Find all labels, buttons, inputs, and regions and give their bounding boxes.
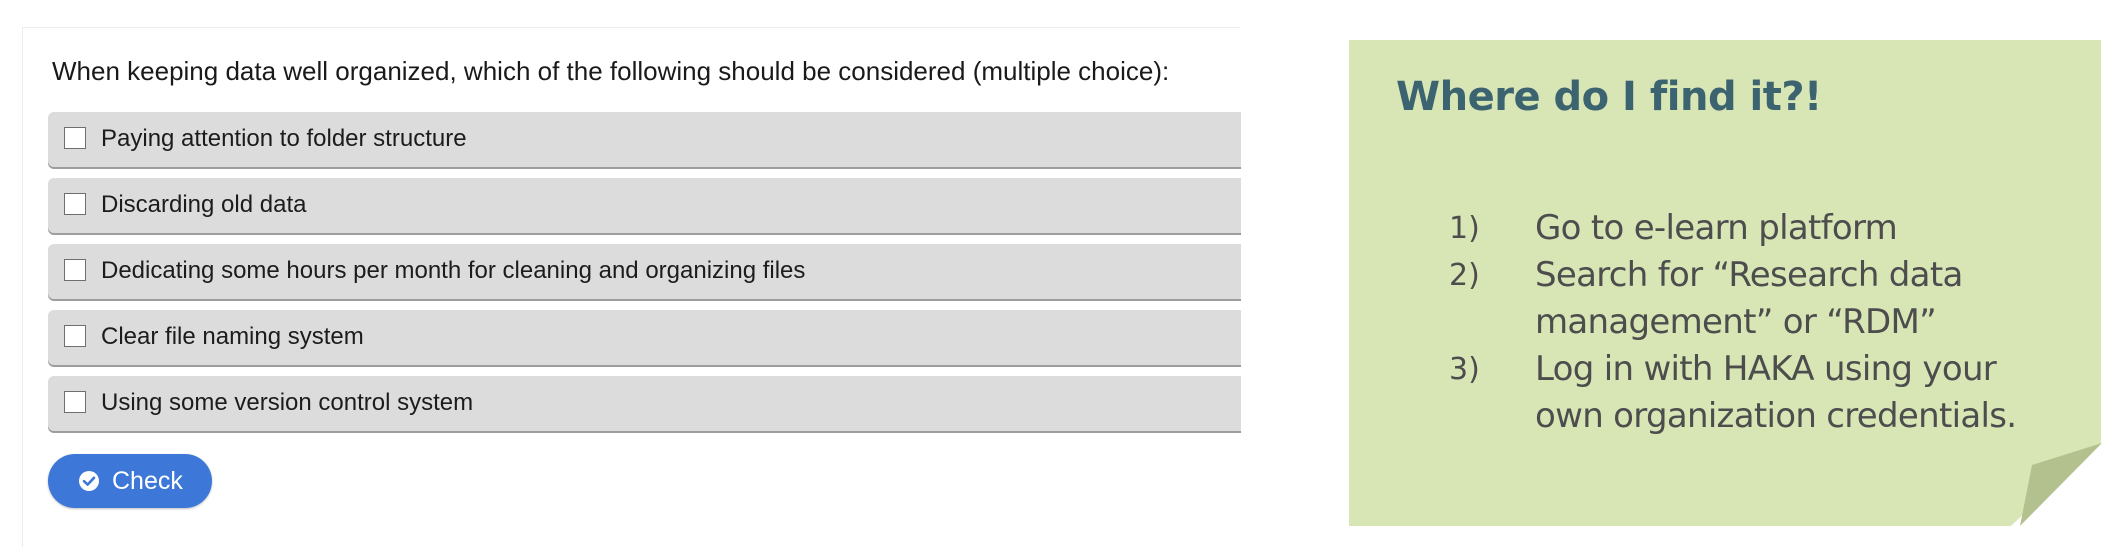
list-item: 1) Go to e-learn platform xyxy=(1449,205,2055,252)
option-label: Dedicating some hours per month for clea… xyxy=(101,257,806,284)
step-number: 3) xyxy=(1449,352,1480,387)
checkbox[interactable] xyxy=(64,127,86,149)
quiz-options: Paying attention to folder structure Dis… xyxy=(48,112,1241,442)
option-label: Clear file naming system xyxy=(101,323,364,350)
quiz-panel: When keeping data well organized, which … xyxy=(22,27,1241,547)
quiz-question: When keeping data well organized, which … xyxy=(52,56,1170,86)
page-curl xyxy=(2020,443,2102,526)
step-text: Search for “Research data management” or… xyxy=(1535,255,1963,342)
checkbox[interactable] xyxy=(64,193,86,215)
sticky-note: Where do I find it?! 1) Go to e-learn pl… xyxy=(1349,40,2101,526)
option-label: Discarding old data xyxy=(101,191,307,218)
checkbox[interactable] xyxy=(64,391,86,413)
option-row[interactable]: Dedicating some hours per month for clea… xyxy=(48,244,1241,299)
option-row[interactable]: Clear file naming system xyxy=(48,310,1241,365)
step-text: Log in with HAKA using your own organiza… xyxy=(1535,349,2017,436)
step-number: 2) xyxy=(1449,258,1480,293)
option-label: Paying attention to folder structure xyxy=(101,125,467,152)
option-row[interactable]: Paying attention to folder structure xyxy=(48,112,1241,167)
checkbox[interactable] xyxy=(64,325,86,347)
step-number: 1) xyxy=(1449,211,1480,246)
option-row[interactable]: Using some version control system xyxy=(48,376,1241,431)
note-title: Where do I find it?! xyxy=(1396,74,1822,120)
list-item: 3) Log in with HAKA using your own organ… xyxy=(1449,346,2055,440)
check-button-label: Check xyxy=(112,467,183,495)
option-label: Using some version control system xyxy=(101,389,474,416)
check-circle-icon xyxy=(79,471,99,491)
check-button[interactable]: Check xyxy=(48,454,212,508)
step-text: Go to e-learn platform xyxy=(1535,208,1898,248)
steps-list: 1) Go to e-learn platform 2) Search for … xyxy=(1449,205,2055,440)
option-row[interactable]: Discarding old data xyxy=(48,178,1241,233)
list-item: 2) Search for “Research data management”… xyxy=(1449,252,2055,346)
checkbox[interactable] xyxy=(64,259,86,281)
